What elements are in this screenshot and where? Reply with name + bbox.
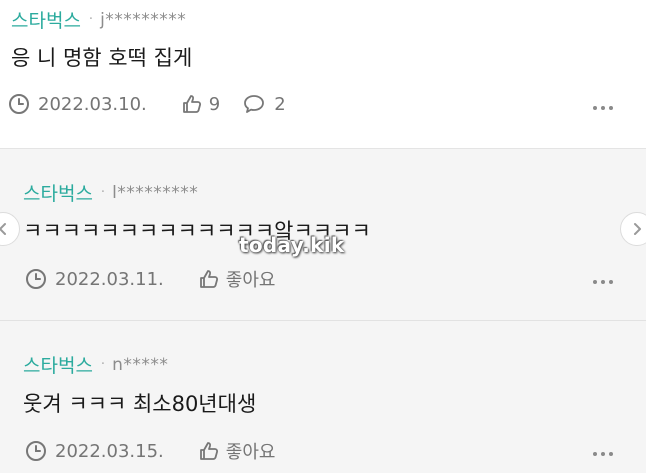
like-count: 9 <box>208 93 221 115</box>
watermark: today.kik <box>239 233 345 257</box>
comment-date: 2022.03.15. <box>55 440 164 462</box>
comment-footer: 2022.03.11. 좋아요 <box>25 266 275 292</box>
comment-footer: 2022.03.15. 좋아요 <box>25 438 275 464</box>
thumbs-up-icon <box>182 95 201 113</box>
more-dots-icon[interactable] <box>593 106 613 110</box>
next-button[interactable] <box>620 212 646 246</box>
comment-text: 응 니 명함 호떡 집게 <box>11 46 193 70</box>
reply-count: 2 <box>274 93 286 115</box>
chevron-right-icon <box>634 223 641 235</box>
thumbs-up-icon <box>199 442 218 460</box>
thumbs-up-icon <box>199 270 218 288</box>
author-id: l********* <box>112 182 199 203</box>
comment-header: 스타벅스 · j********* <box>11 6 186 33</box>
separator-dot: · <box>100 185 106 200</box>
chevron-left-icon <box>0 223 6 235</box>
comment-footer: 2022.03.10. 9 2 <box>8 93 286 115</box>
author-nickname[interactable]: 스타벅스 <box>11 6 81 33</box>
clock-icon <box>26 441 46 461</box>
author-id: j********* <box>100 9 187 30</box>
separator-dot: · <box>100 357 106 372</box>
like-label: 좋아요 <box>225 442 276 463</box>
comment-date: 2022.03.10. <box>38 93 147 115</box>
reply-item: 스타벅스 · n***** 웃겨 ㅋㅋㅋ 최소80년대생 2022.03.15.… <box>0 320 646 473</box>
comment-header: 스타벅스 · l********* <box>23 179 198 206</box>
comment-text: 웃겨 ㅋㅋㅋ 최소80년대생 <box>23 392 257 416</box>
author-nickname[interactable]: 스타벅스 <box>23 179 93 206</box>
like-label: 좋아요 <box>225 270 276 291</box>
like-button[interactable]: 좋아요 <box>198 438 276 464</box>
like-button[interactable]: 좋아요 <box>198 266 276 292</box>
like-button[interactable]: 9 <box>181 93 220 115</box>
comment-header: 스타벅스 · n***** <box>23 351 168 378</box>
more-dots-icon[interactable] <box>593 280 613 284</box>
author-id: n***** <box>112 354 169 375</box>
clock-icon <box>26 269 46 289</box>
separator-dot: · <box>88 12 94 27</box>
reply-button[interactable]: 2 <box>242 93 286 115</box>
comment-item: 스타벅스 · j********* 응 니 명함 호떡 집게 2022.03.1… <box>0 0 646 148</box>
author-nickname[interactable]: 스타벅스 <box>23 351 93 378</box>
comment-date: 2022.03.11. <box>55 268 164 290</box>
more-dots-icon[interactable] <box>593 452 613 456</box>
speech-bubble-icon <box>244 95 265 113</box>
clock-icon <box>9 94 29 114</box>
